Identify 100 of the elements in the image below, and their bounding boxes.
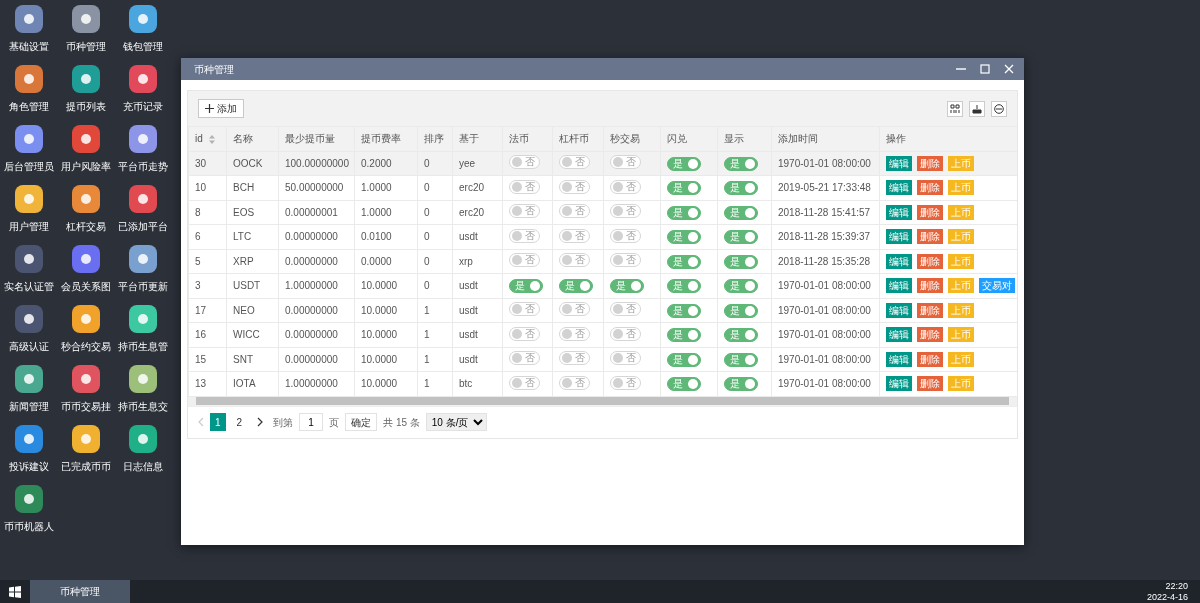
- page-input[interactable]: 1: [299, 413, 324, 431]
- desktop-icon-label[interactable]: 已添加平台: [117, 219, 168, 234]
- app-tile-icon[interactable]: [70, 64, 101, 94]
- edit-button[interactable]: 编辑: [886, 155, 912, 171]
- edit-button[interactable]: 编辑: [886, 327, 912, 343]
- desktop-icon-label[interactable]: 提币列表: [65, 99, 106, 114]
- toggle-switch[interactable]: 否: [509, 204, 540, 219]
- app-tile-icon[interactable]: [13, 184, 44, 214]
- columns-button[interactable]: [947, 100, 963, 117]
- app-tile-icon[interactable]: [127, 364, 158, 394]
- toggle-switch[interactable]: 否: [610, 326, 641, 341]
- app-tile-icon[interactable]: [13, 484, 44, 514]
- toggle-switch[interactable]: 是: [667, 205, 701, 220]
- edit-button[interactable]: 编辑: [886, 253, 912, 269]
- toggle-switch[interactable]: 是: [667, 352, 701, 367]
- app-tile-icon[interactable]: [70, 424, 101, 454]
- app-tile-icon[interactable]: [13, 364, 44, 394]
- edit-button[interactable]: 编辑: [886, 229, 912, 245]
- toggle-switch[interactable]: 否: [509, 326, 540, 341]
- app-tile-icon[interactable]: [70, 364, 101, 394]
- maximize-icon[interactable]: [980, 64, 990, 74]
- next-page-icon[interactable]: [257, 417, 264, 427]
- horizontal-scrollbar[interactable]: [188, 396, 1017, 406]
- toggle-switch[interactable]: 是: [667, 156, 701, 171]
- toggle-switch[interactable]: 否: [610, 375, 641, 390]
- list-button[interactable]: 上币: [948, 204, 974, 220]
- app-tile-icon[interactable]: [70, 244, 101, 274]
- desktop-icon-label[interactable]: 币币机器人: [3, 519, 54, 534]
- desktop-icon-label[interactable]: 已完成币币: [60, 459, 111, 474]
- toggle-switch[interactable]: 否: [509, 302, 540, 317]
- app-tile-icon[interactable]: [127, 124, 158, 154]
- desktop-icon-label[interactable]: 钱包管理: [122, 39, 163, 54]
- toggle-switch[interactable]: 是: [724, 377, 758, 392]
- app-tile-icon[interactable]: [13, 124, 44, 154]
- toggle-switch[interactable]: 否: [559, 375, 590, 390]
- delete-button[interactable]: 删除: [917, 302, 943, 318]
- toggle-switch[interactable]: 否: [559, 253, 590, 268]
- toggle-switch[interactable]: 否: [509, 351, 540, 366]
- toggle-switch[interactable]: 否: [509, 253, 540, 268]
- page-size-select[interactable]: 10 条/页: [425, 413, 487, 431]
- delete-button[interactable]: 删除: [917, 278, 943, 294]
- desktop-icon-label[interactable]: 秒合约交易: [60, 339, 111, 354]
- toggle-switch[interactable]: 是: [610, 279, 644, 294]
- desktop-icon-label[interactable]: 高级认证: [8, 339, 49, 354]
- desktop-icon-label[interactable]: 后台管理员: [3, 159, 54, 174]
- toggle-switch[interactable]: 否: [559, 351, 590, 366]
- list-button[interactable]: 上币: [948, 253, 974, 269]
- delete-button[interactable]: 删除: [917, 253, 943, 269]
- toggle-switch[interactable]: 否: [509, 375, 540, 390]
- desktop-icon-label[interactable]: 持币生息管: [117, 339, 168, 354]
- page-button[interactable]: 1: [210, 413, 226, 431]
- app-tile-icon[interactable]: [127, 4, 158, 34]
- toggle-switch[interactable]: 否: [559, 155, 590, 170]
- toggle-switch[interactable]: 是: [724, 279, 758, 294]
- app-tile-icon[interactable]: [127, 244, 158, 274]
- toggle-switch[interactable]: 是: [724, 205, 758, 220]
- taskbar-item[interactable]: 币种管理: [30, 580, 130, 603]
- toggle-switch[interactable]: 是: [667, 279, 701, 294]
- desktop-icon-label[interactable]: 投诉建议: [8, 459, 49, 474]
- toggle-switch[interactable]: 是: [724, 352, 758, 367]
- toggle-switch[interactable]: 是: [724, 254, 758, 269]
- toggle-switch[interactable]: 是: [724, 156, 758, 171]
- toggle-switch[interactable]: 否: [509, 155, 540, 170]
- edit-button[interactable]: 编辑: [886, 278, 912, 294]
- toggle-switch[interactable]: 否: [559, 302, 590, 317]
- app-tile-icon[interactable]: [127, 304, 158, 334]
- toggle-switch[interactable]: 是: [667, 328, 701, 343]
- edit-button[interactable]: 编辑: [886, 180, 912, 196]
- app-tile-icon[interactable]: [70, 4, 101, 34]
- desktop-icon-label[interactable]: 充币记录: [122, 99, 163, 114]
- confirm-button[interactable]: 确定: [345, 413, 378, 431]
- delete-button[interactable]: 删除: [917, 204, 943, 220]
- toggle-switch[interactable]: 否: [559, 204, 590, 219]
- list-button[interactable]: 上币: [948, 155, 974, 171]
- close-icon[interactable]: [1004, 64, 1014, 74]
- desktop-icon-label[interactable]: 币币交易挂: [60, 399, 111, 414]
- list-button[interactable]: 上币: [948, 229, 974, 245]
- toggle-switch[interactable]: 否: [559, 326, 590, 341]
- toggle-switch[interactable]: 否: [610, 155, 641, 170]
- list-button[interactable]: 上币: [948, 376, 974, 392]
- desktop-icon-label[interactable]: 平台币更新: [117, 279, 168, 294]
- edit-button[interactable]: 编辑: [886, 204, 912, 220]
- app-tile-icon[interactable]: [13, 424, 44, 454]
- toggle-switch[interactable]: 否: [509, 228, 540, 243]
- toggle-switch[interactable]: 是: [724, 303, 758, 318]
- toggle-switch[interactable]: 是: [509, 279, 543, 294]
- list-button[interactable]: 上币: [948, 278, 974, 294]
- toggle-switch[interactable]: 否: [610, 253, 641, 268]
- toggle-switch[interactable]: 是: [667, 254, 701, 269]
- toggle-switch[interactable]: 否: [509, 179, 540, 194]
- delete-button[interactable]: 删除: [917, 229, 943, 245]
- toggle-switch[interactable]: 是: [724, 181, 758, 196]
- list-button[interactable]: 上币: [948, 327, 974, 343]
- app-tile-icon[interactable]: [13, 64, 44, 94]
- toggle-switch[interactable]: 是: [667, 181, 701, 196]
- toggle-switch[interactable]: 否: [559, 228, 590, 243]
- windows-logo-icon[interactable]: [9, 585, 21, 598]
- toggle-switch[interactable]: 是: [559, 279, 593, 294]
- delete-button[interactable]: 删除: [917, 180, 943, 196]
- desktop-icon-label[interactable]: 角色管理: [8, 99, 49, 114]
